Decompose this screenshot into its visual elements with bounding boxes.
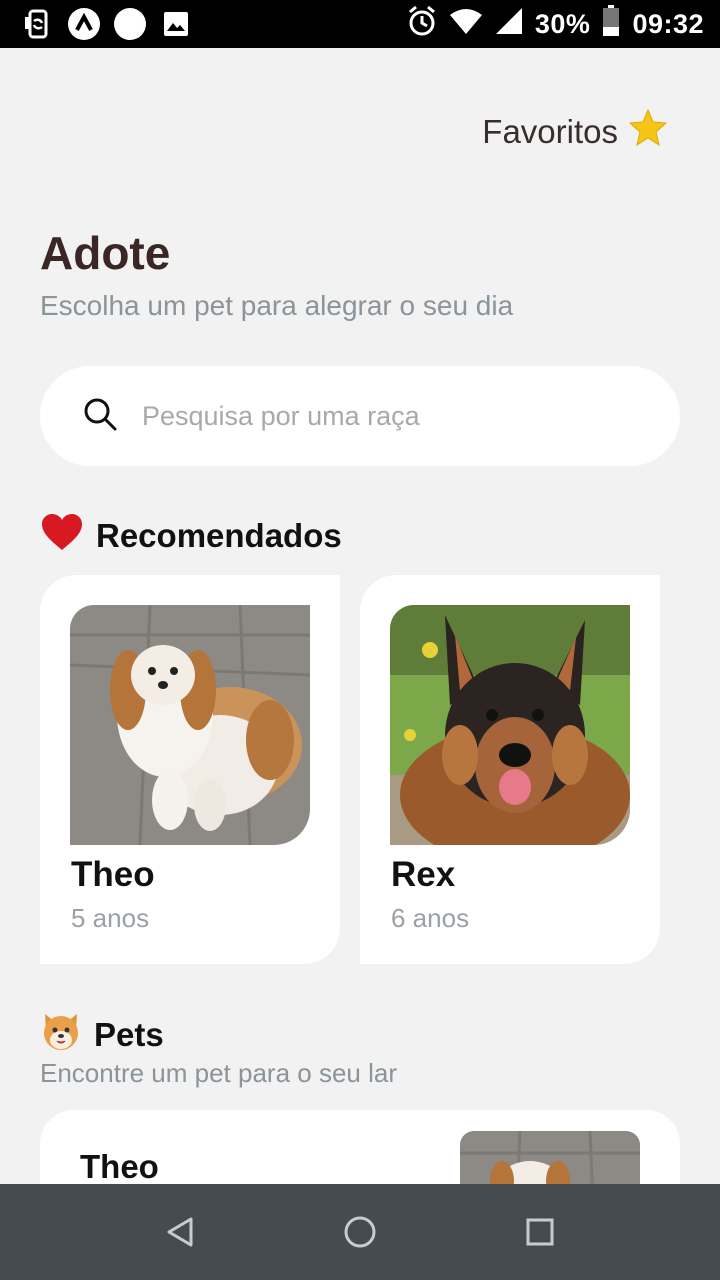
favorites-link[interactable]: Favoritos — [482, 108, 668, 156]
screen-rotate-icon — [22, 8, 54, 40]
circle-notification-icon — [114, 8, 146, 40]
back-icon[interactable] — [160, 1212, 200, 1252]
favorites-label: Favoritos — [482, 113, 618, 150]
battery-percent: 30% — [534, 8, 591, 39]
dog-face-icon — [40, 1010, 82, 1060]
search-input[interactable]: Pesquisa por uma raça — [142, 401, 420, 432]
pet-age: 5 anos — [71, 903, 150, 933]
recommended-heading: Recomendados — [40, 512, 342, 560]
home-icon[interactable] — [340, 1212, 380, 1252]
wifi-icon — [449, 7, 483, 42]
shih-tzu-photo — [70, 605, 310, 845]
heart-icon — [40, 512, 84, 560]
search-icon — [82, 396, 118, 437]
pet-card-rex[interactable]: Rex 6 anos — [360, 575, 660, 964]
clock: 09:32 — [632, 8, 704, 39]
page-title: Adote — [40, 227, 171, 279]
pet-name: Theo — [80, 1148, 159, 1185]
german-shepherd-photo — [390, 605, 630, 845]
alarm-icon — [407, 5, 437, 44]
image-icon — [160, 8, 192, 40]
pet-card-theo[interactable]: Theo 5 anos — [40, 575, 340, 964]
app-lambda-icon — [68, 8, 100, 40]
pet-name: Theo — [71, 855, 155, 894]
pets-title: Pets — [94, 1016, 164, 1053]
pets-heading: Pets — [40, 1010, 164, 1060]
recents-icon[interactable] — [520, 1212, 560, 1252]
status-bar: 30% 09:32 — [0, 0, 720, 48]
pet-age: 6 anos — [391, 903, 470, 933]
star-icon — [628, 108, 668, 156]
page-subtitle: Escolha um pet para alegrar o seu dia — [40, 290, 514, 321]
battery-icon — [602, 4, 620, 44]
pets-subtitle: Encontre um pet para o seu lar — [40, 1058, 397, 1088]
navigation-bar — [0, 1184, 720, 1280]
recommended-title: Recomendados — [96, 517, 342, 554]
signal-icon — [495, 7, 523, 42]
pet-name: Rex — [391, 855, 456, 894]
search-bar[interactable]: Pesquisa por uma raça — [40, 366, 680, 466]
